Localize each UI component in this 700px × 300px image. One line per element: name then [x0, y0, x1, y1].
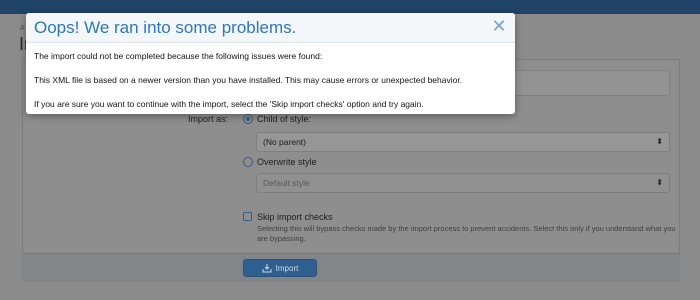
- parent-style-select-value: (No parent): [263, 137, 306, 147]
- dialog-issue-text: This XML file is based on a newer versio…: [34, 75, 463, 85]
- select-arrows-icon: ⬍: [656, 178, 663, 187]
- close-icon[interactable]: ✕: [491, 17, 507, 35]
- overwrite-style-select-value: Default style: [263, 178, 310, 188]
- skip-import-checks-label[interactable]: Skip import checks: [257, 212, 333, 222]
- top-navigation-bar: [0, 0, 700, 14]
- error-dialog: Oops! We ran into some problems. ✕ The i…: [26, 13, 515, 114]
- parent-style-select[interactable]: (No parent) ⬍: [256, 132, 670, 152]
- import-button-label: Import: [275, 263, 299, 273]
- dialog-title: Oops! We ran into some problems.: [34, 18, 297, 37]
- dialog-intro-text: The import could not be completed becaus…: [34, 51, 323, 61]
- import-as-label: Import as:: [188, 114, 229, 124]
- import-button[interactable]: Import: [243, 259, 317, 277]
- select-arrows-icon: ⬍: [656, 137, 663, 146]
- child-of-style-radio[interactable]: [243, 114, 253, 124]
- dialog-header: Oops! We ran into some problems. ✕: [26, 13, 515, 43]
- child-of-style-label[interactable]: Child of style:: [257, 114, 311, 124]
- overwrite-style-label[interactable]: Overwrite style: [257, 157, 317, 167]
- skip-import-checks-hint: Selecting this will bypass checks made b…: [257, 224, 676, 243]
- form-footer: [22, 253, 680, 282]
- overwrite-style-select[interactable]: Default style ⬍: [256, 173, 670, 193]
- import-icon: [262, 264, 272, 273]
- overwrite-style-radio[interactable]: [243, 157, 253, 167]
- dialog-instruction-text: If you are sure you want to continue wit…: [34, 99, 424, 109]
- skip-import-checks-checkbox[interactable]: [243, 212, 252, 221]
- breadcrumb[interactable]: A: [20, 25, 25, 32]
